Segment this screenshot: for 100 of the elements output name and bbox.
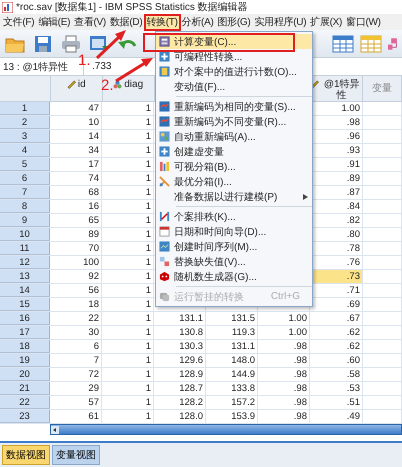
table-cell[interactable]: .62 (310, 340, 363, 353)
table-cell[interactable]: 128.0 (154, 410, 206, 423)
menu-item[interactable]: 文件(F) (1, 14, 36, 30)
table-cell[interactable]: 1.00 (258, 312, 310, 325)
menu-item[interactable]: 重新编码为不同变量(R)... (156, 114, 312, 129)
table-cell[interactable]: .98 (258, 410, 310, 423)
row-number[interactable]: 16 (0, 312, 50, 325)
table-cell[interactable]: 14 (50, 130, 102, 143)
table-cell[interactable]: .60 (310, 354, 363, 367)
table-cell[interactable]: 7 (50, 354, 102, 367)
row-number[interactable]: 1 (0, 102, 50, 115)
table-cell[interactable]: .58 (310, 368, 363, 381)
table-cell[interactable]: .98 (258, 340, 310, 353)
table-cell[interactable]: 131.5 (206, 312, 258, 325)
table-cell[interactable]: 128.2 (154, 396, 206, 409)
row-number[interactable]: 20 (0, 368, 50, 381)
table-cell[interactable]: .98 (258, 354, 310, 367)
table-cell[interactable]: 92 (50, 270, 102, 283)
menu-item[interactable]: 可编程性转换... (156, 49, 312, 64)
table-cell[interactable]: 65 (50, 214, 102, 227)
table-cell[interactable]: 74 (50, 172, 102, 185)
menu-item[interactable]: 计算变量(C)... (156, 34, 312, 49)
table-cell[interactable]: 157.2 (206, 396, 258, 409)
menu-item[interactable]: 窗口(W) (344, 14, 383, 30)
table-cell[interactable]: .98 (258, 396, 310, 409)
table-cell[interactable]: 29 (50, 382, 102, 395)
table-cell[interactable]: 1 (102, 326, 154, 339)
table-cell[interactable]: 6 (50, 340, 102, 353)
table-cell[interactable]: 61 (50, 410, 102, 423)
menu-item[interactable]: 创建时间序列(M)... (156, 239, 312, 254)
table-cell[interactable]: 17 (50, 158, 102, 171)
view-tab[interactable]: 数据视图 (2, 445, 50, 465)
table-cell[interactable]: 1 (102, 200, 154, 213)
table-cell[interactable]: 1 (102, 172, 154, 185)
row-number[interactable]: 18 (0, 340, 50, 353)
table-cell[interactable]: .49 (310, 410, 363, 423)
table-cell[interactable]: 1 (102, 116, 154, 129)
table-cell[interactable]: 1 (102, 284, 154, 297)
table-cell[interactable]: 56 (50, 284, 102, 297)
table-cell[interactable]: .98 (258, 382, 310, 395)
row-number[interactable]: 9 (0, 214, 50, 227)
table-cell[interactable]: 131.1 (206, 340, 258, 353)
table-cell[interactable]: 1 (102, 256, 154, 269)
menu-item[interactable]: 编辑(E) (36, 14, 72, 30)
table-cell[interactable]: 1.00 (258, 326, 310, 339)
table-cell[interactable]: .67 (310, 312, 363, 325)
table-cell[interactable]: 34 (50, 144, 102, 157)
row-number[interactable]: 10 (0, 228, 50, 241)
row-number[interactable]: 4 (0, 144, 50, 157)
table-cell[interactable]: 57 (50, 396, 102, 409)
table-cell[interactable]: 1 (102, 186, 154, 199)
menu-item[interactable]: 最优分箱(I)... (156, 174, 312, 189)
menu-item[interactable]: 替换缺失值(V)... (156, 254, 312, 269)
row-number[interactable]: 14 (0, 284, 50, 297)
table-cell[interactable]: 1 (102, 228, 154, 241)
table-cell[interactable]: .53 (310, 382, 363, 395)
table-cell[interactable]: 1 (102, 396, 154, 409)
table-cell[interactable]: 130.3 (154, 340, 206, 353)
table-cell[interactable]: .73 (310, 270, 363, 283)
menu-item[interactable]: 日期和时间向导(D)... (156, 224, 312, 239)
table-cell[interactable]: 1 (102, 312, 154, 325)
table-cell[interactable]: .51 (310, 396, 363, 409)
menu-item[interactable]: 实用程序(U) (252, 14, 308, 30)
table-cell[interactable]: 1 (102, 102, 154, 115)
table-cell[interactable]: 100 (50, 256, 102, 269)
row-number[interactable]: 2 (0, 116, 50, 129)
table-cell[interactable]: 1 (102, 340, 154, 353)
table-cell[interactable]: 131.1 (154, 312, 206, 325)
table-cell[interactable]: 1 (102, 242, 154, 255)
row-number[interactable]: 21 (0, 382, 50, 395)
menu-item[interactable]: 扩展(X) (308, 14, 344, 30)
column-header[interactable]: id (50, 76, 103, 101)
table-cell[interactable]: 72 (50, 368, 102, 381)
table-cell[interactable]: 153.9 (206, 410, 258, 423)
menu-item[interactable]: 准备数据以进行建模(P) (156, 189, 312, 204)
table-cell[interactable]: 133.8 (206, 382, 258, 395)
table-cell[interactable]: 119.3 (206, 326, 258, 339)
menu-item[interactable]: 分析(A) (180, 14, 216, 30)
row-number[interactable]: 19 (0, 354, 50, 367)
menu-item[interactable]: 图形(G) (215, 14, 252, 30)
menu-item[interactable]: 数据(D) (108, 14, 144, 30)
table-cell[interactable]: 68 (50, 186, 102, 199)
table-cell[interactable]: 128.7 (154, 382, 206, 395)
row-number[interactable]: 23 (0, 410, 50, 423)
view-tab[interactable]: 变量视图 (52, 445, 100, 465)
table-cell[interactable]: 1 (102, 214, 154, 227)
menu-item[interactable]: 可视分箱(B)... (156, 159, 312, 174)
table-cell[interactable]: 89 (50, 228, 102, 241)
table-cell[interactable]: 1 (102, 270, 154, 283)
table-cell[interactable]: 70 (50, 242, 102, 255)
table-cell[interactable]: 10 (50, 116, 102, 129)
table-cell[interactable]: 130.8 (154, 326, 206, 339)
menu-item[interactable]: 对个案中的值进行计数(O)... (156, 64, 312, 79)
row-number[interactable]: 5 (0, 158, 50, 171)
table-cell[interactable]: 22 (50, 312, 102, 325)
table-cell[interactable]: 148.0 (206, 354, 258, 367)
table-cell[interactable]: 1 (102, 298, 154, 311)
table-cell[interactable]: 1 (102, 130, 154, 143)
row-number[interactable]: 11 (0, 242, 50, 255)
row-number[interactable]: 13 (0, 270, 50, 283)
